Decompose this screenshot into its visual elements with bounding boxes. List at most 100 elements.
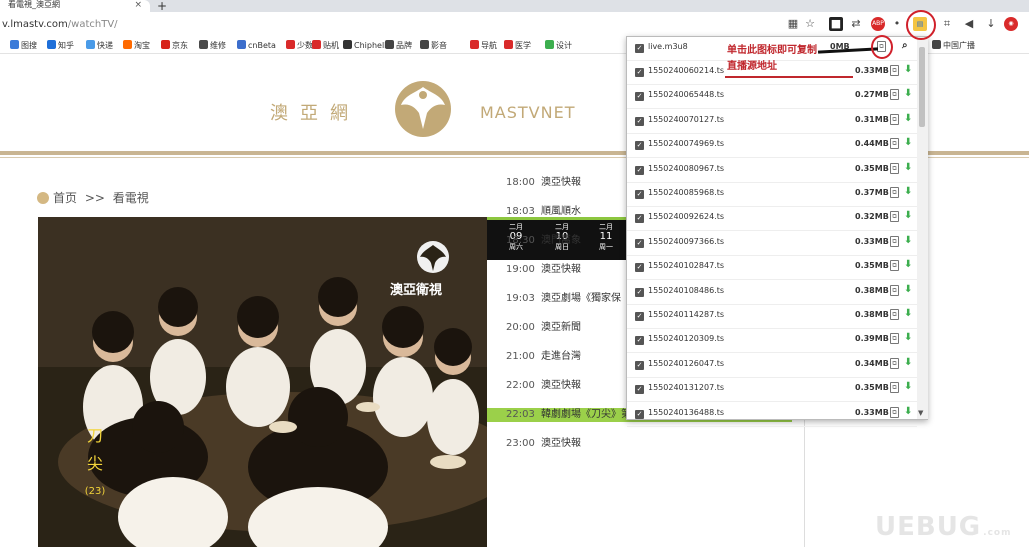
- bookmark-item[interactable]: 知乎: [47, 39, 74, 52]
- bookmark-item[interactable]: 淘宝: [123, 39, 150, 52]
- qr-code-icon[interactable]: ▦: [786, 17, 800, 31]
- scrollbar-thumb[interactable]: [919, 47, 925, 127]
- address-bar[interactable]: v.lmastv.com/watchTV/: [0, 16, 820, 33]
- bookmark-favicon-icon: [312, 40, 321, 49]
- copy-icon[interactable]: ⧉: [890, 235, 899, 247]
- download-file-icon[interactable]: ⬇: [904, 259, 912, 270]
- copy-icon[interactable]: ⧉: [890, 89, 899, 101]
- copy-icon[interactable]: ⧉: [890, 382, 899, 394]
- pin-icon[interactable]: •: [890, 17, 904, 31]
- file-checkbox[interactable]: ✓: [635, 116, 644, 126]
- file-checkbox[interactable]: ✓: [635, 336, 644, 346]
- profile-avatar-icon[interactable]: ◉: [1004, 17, 1018, 31]
- download-file-icon[interactable]: ⬇: [904, 137, 912, 148]
- download-file-icon[interactable]: ⬇: [904, 162, 912, 173]
- bookmark-item[interactable]: 快递: [86, 39, 113, 52]
- extension-icon[interactable]: ■: [829, 17, 843, 31]
- file-size: 0.34MB: [855, 358, 889, 368]
- share-icon[interactable]: ⇄: [849, 17, 863, 31]
- bookmark-item[interactable]: 影音: [420, 39, 447, 52]
- download-file-icon[interactable]: ⬇: [904, 381, 912, 392]
- speaker-icon[interactable]: ◀: [962, 17, 976, 31]
- schedule-row[interactable]: 23:00 澳亞快報: [487, 437, 792, 451]
- copy-icon[interactable]: ⧉: [890, 113, 899, 125]
- file-checkbox[interactable]: ✓: [635, 385, 644, 395]
- download-file-icon[interactable]: ⬇: [904, 88, 912, 99]
- tab-strip: 看電視_澳亞網 × +: [0, 0, 1029, 13]
- bookmark-item[interactable]: cnBeta: [237, 39, 276, 52]
- scroll-down-icon[interactable]: ▼: [918, 409, 923, 417]
- ts-file-row: ✓ 1550240126047.ts 0.34MB ⧉ ⬇: [627, 354, 917, 378]
- bookmark-item[interactable]: 京东: [161, 39, 188, 52]
- bookmark-star-icon[interactable]: ☆: [803, 17, 817, 31]
- crop-icon[interactable]: ⌗: [940, 17, 954, 31]
- copy-icon[interactable]: ⧉: [890, 65, 899, 76]
- file-checkbox[interactable]: ✓: [635, 68, 644, 77]
- bookmark-item[interactable]: 设计: [545, 39, 572, 52]
- bookmark-label: 淘宝: [134, 41, 150, 50]
- ts-file-row: ✓ 1550240120309.ts 0.39MB ⧉ ⬇: [627, 329, 917, 354]
- bookmark-item[interactable]: 维修: [199, 39, 226, 52]
- site-logo-icon[interactable]: [393, 79, 453, 139]
- file-checkbox[interactable]: ✓: [635, 360, 644, 370]
- file-checkbox[interactable]: ✓: [635, 238, 644, 248]
- program-name: 澳亞快報: [541, 264, 581, 275]
- bookmark-label: 维修: [210, 41, 226, 50]
- copy-icon[interactable]: ⧉: [890, 309, 899, 320]
- download-file-icon[interactable]: ⬇: [904, 308, 912, 319]
- copy-icon[interactable]: ⧉: [890, 284, 899, 296]
- tab-close-icon[interactable]: ×: [134, 0, 142, 10]
- program-time: 22:00: [506, 380, 535, 391]
- file-size: 0.44MB: [855, 139, 889, 149]
- magnifier-icon[interactable]: ⌕: [902, 40, 908, 51]
- annotation-underline: [725, 76, 853, 78]
- bookmark-item[interactable]: Chiphell: [343, 39, 386, 52]
- url-host: v.lmastv.com: [2, 19, 68, 30]
- copy-icon[interactable]: ⧉: [890, 162, 899, 174]
- download-file-icon[interactable]: ⬇: [904, 186, 912, 197]
- file-checkbox[interactable]: ✓: [635, 263, 644, 273]
- download-file-icon[interactable]: ⬇: [904, 210, 912, 221]
- watermark-text: UEBUG: [875, 512, 982, 542]
- copy-icon[interactable]: ⧉: [890, 187, 899, 198]
- bookmark-item[interactable]: 中国广播: [932, 39, 975, 52]
- download-file-icon[interactable]: ⬇: [904, 406, 912, 417]
- file-checkbox[interactable]: ✓: [635, 141, 644, 151]
- browser-tab[interactable]: 看電視_澳亞網 ×: [0, 0, 150, 12]
- file-checkbox[interactable]: ✓: [635, 190, 644, 199]
- copy-icon[interactable]: ⧉: [890, 260, 899, 272]
- caption-char-2: 尖: [86, 454, 103, 473]
- download-file-icon[interactable]: ⬇: [904, 64, 912, 75]
- download-file-icon[interactable]: ⬇: [904, 113, 912, 124]
- download-file-icon[interactable]: ⬇: [904, 284, 912, 295]
- copy-icon[interactable]: ⧉: [890, 211, 899, 223]
- file-checkbox[interactable]: ✓: [635, 92, 644, 102]
- bookmark-item[interactable]: 导航: [470, 39, 497, 52]
- adblock-icon[interactable]: ABP: [871, 17, 885, 31]
- video-player[interactable]: 澳亞衛視 刀 尖 (23): [38, 217, 488, 547]
- copy-icon[interactable]: ⧉: [890, 406, 899, 418]
- breadcrumb-home[interactable]: 首页: [53, 191, 77, 205]
- ts-file-row: ✓ 1550240131207.ts 0.35MB ⧉ ⬇: [627, 378, 917, 403]
- bookmark-item[interactable]: 图搜: [10, 39, 37, 52]
- bookmark-item[interactable]: 贴机: [312, 39, 339, 52]
- file-checkbox[interactable]: ✓: [635, 165, 644, 175]
- bookmark-favicon-icon: [545, 40, 554, 49]
- file-checkbox[interactable]: ✓: [635, 409, 644, 419]
- file-checkbox[interactable]: ✓: [635, 214, 644, 224]
- download-file-icon[interactable]: ⬇: [904, 357, 912, 368]
- file-checkbox[interactable]: ✓: [635, 312, 644, 321]
- file-checkbox[interactable]: ✓: [635, 287, 644, 297]
- download-icon[interactable]: ↓: [984, 17, 998, 31]
- bookmark-item[interactable]: 品牌: [385, 39, 412, 52]
- breadcrumb-separator: >>: [84, 191, 105, 205]
- m3u8-checkbox[interactable]: ✓: [635, 44, 644, 53]
- file-size: 0.27MB: [855, 90, 889, 100]
- bookmark-item[interactable]: 医学: [504, 39, 531, 52]
- download-file-icon[interactable]: ⬇: [904, 235, 912, 246]
- copy-icon[interactable]: ⧉: [890, 333, 899, 345]
- program-time: 23:00: [506, 438, 535, 449]
- copy-icon[interactable]: ⧉: [890, 357, 899, 369]
- copy-icon[interactable]: ⧉: [890, 138, 899, 150]
- download-file-icon[interactable]: ⬇: [904, 332, 912, 343]
